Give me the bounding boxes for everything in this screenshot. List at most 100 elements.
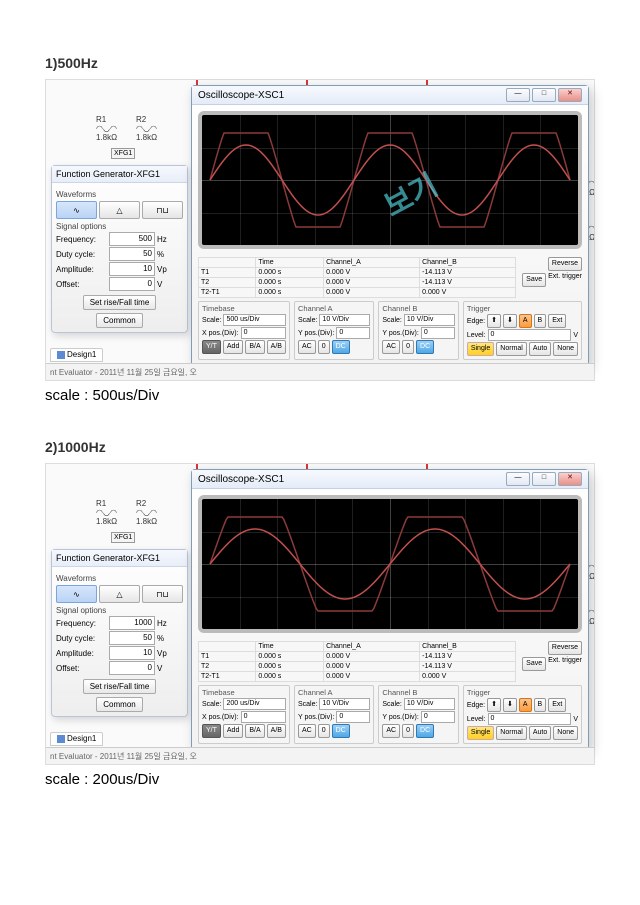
timebase-b-a-button[interactable]: B/A [245,724,264,738]
tab-bar: Design1 [50,732,107,746]
channel-b-scale-field[interactable]: 10 V/Div [404,314,455,326]
function-generator-panel: Function Generator-XFG1Waveforms∿△⊓⊔Sign… [51,165,188,333]
maximize-icon[interactable]: □ [532,472,556,486]
trigger-ext-button[interactable]: Ext [548,314,566,328]
trigger-normal-button[interactable]: Normal [496,726,527,740]
scope-title: Oscilloscope-XSC1 [198,90,284,101]
timebase-a-b-button[interactable]: A/B [267,340,286,354]
maximize-icon[interactable]: □ [532,88,556,102]
channel-b-pos-field[interactable]: 0 [421,327,455,339]
channel-a-pos-field[interactable]: 0 [336,327,370,339]
fg-duty-field[interactable]: 50 [109,631,155,645]
fg-titlebar[interactable]: Function Generator-XFG1 [52,550,187,567]
fg-amp-field[interactable]: 10 [109,262,155,276]
channel-a-0-button[interactable]: 0 [318,340,330,354]
minimize-icon[interactable]: — [506,472,530,486]
timebase-pos-field[interactable]: 0 [241,711,286,723]
channel-b-ac-button[interactable]: AC [382,724,400,738]
timebase-a-b-button[interactable]: A/B [267,724,286,738]
scope-titlebar[interactable]: Oscilloscope-XSC1—□✕ [192,470,588,489]
trigger-none-button[interactable]: None [553,342,578,356]
timebase-y-t-button[interactable]: Y/T [202,724,221,738]
fg-set-rise-fall-button[interactable]: Set rise/Fall time [83,295,157,310]
trigger-single-button[interactable]: Single [467,726,494,740]
channel-a-section: Channel AScale:10 V/DivY pos.(Div):0AC0D… [294,685,374,744]
scale-note: scale : 200us/Div [45,771,595,788]
trigger-level-field[interactable]: 0 [488,713,572,725]
edge-fall-icon[interactable]: ⬇ [503,314,517,328]
fg-duty-field[interactable]: 50 [109,247,155,261]
fg-common-button[interactable]: Common [96,697,142,712]
square-wave-icon[interactable]: ⊓⊔ [142,201,183,219]
channel-b-0-button[interactable]: 0 [402,340,414,354]
channel-a-ac-button[interactable]: AC [298,724,316,738]
timebase-scale-field[interactable]: 500 us/Div [223,314,285,326]
close-icon[interactable]: ✕ [558,472,582,486]
oscilloscope-window: Oscilloscope-XSC1—□✕보기TimeChannel_AChann… [191,85,589,367]
channel-a-scale-field[interactable]: 10 V/Div [319,314,370,326]
square-wave-icon[interactable]: ⊓⊔ [142,585,183,603]
channel-a-0-button[interactable]: 0 [318,724,330,738]
trigger-none-button[interactable]: None [553,726,578,740]
channel-b-ac-button[interactable]: AC [382,340,400,354]
reverse-button[interactable]: Reverse [548,257,582,271]
reverse-button[interactable]: Reverse [548,641,582,655]
channel-a-pos-field[interactable]: 0 [336,711,370,723]
fg-set-rise-fall-button[interactable]: Set rise/Fall time [83,679,157,694]
resistor-r2: R2◠◡◠1.8kΩ [136,115,157,142]
channel-b-dc-button[interactable]: DC [416,724,434,738]
oscilloscope-window: Oscilloscope-XSC1—□✕TimeChannel_AChannel… [191,469,589,751]
fg-titlebar[interactable]: Function Generator-XFG1 [52,166,187,183]
trigger-normal-button[interactable]: Normal [496,342,527,356]
edge-rise-icon[interactable]: ⬆ [487,698,501,712]
sine-wave-icon[interactable]: ∿ [56,201,97,219]
trigger-single-button[interactable]: Single [467,342,494,356]
trigger-a-button[interactable]: A [519,698,532,712]
resistor-r2: R2◠◡◠1.8kΩ [136,499,157,526]
fg-common-button[interactable]: Common [96,313,142,328]
fg-freq-field[interactable]: 1000 [109,616,155,630]
channel-b-pos-field[interactable]: 0 [421,711,455,723]
trigger-level-field[interactable]: 0 [488,329,572,341]
scope-controls: TimeChannel_AChannel_BT10.000 s0.000 V-1… [192,255,588,366]
channel-b-dc-button[interactable]: DC [416,340,434,354]
status-bar: nt Evaluator - 2011년 11월 25일 금요일, 오 [46,363,594,380]
fg-offset-field[interactable]: 0 [109,277,155,291]
scope-titlebar[interactable]: Oscilloscope-XSC1 —□✕ [192,86,588,105]
timebase-add-button[interactable]: Add [223,340,243,354]
close-icon[interactable]: ✕ [558,88,582,102]
channel-a-scale-field[interactable]: 10 V/Div [319,698,370,710]
edge-rise-icon[interactable]: ⬆ [487,314,501,328]
fg-amp-field[interactable]: 10 [109,646,155,660]
channel-a-ac-button[interactable]: AC [298,340,316,354]
timebase-pos-field[interactable]: 0 [241,327,286,339]
save-button[interactable]: Save [522,657,546,671]
section-title: 2)1000Hz [45,439,595,455]
trigger-auto-button[interactable]: Auto [529,342,551,356]
fg-freq-field[interactable]: 500 [109,232,155,246]
timebase-scale-field[interactable]: 200 us/Div [223,698,285,710]
channel-b-section: Channel BScale:10 V/DivY pos.(Div):0AC0D… [378,301,458,360]
channel-a-dc-button[interactable]: DC [332,340,350,354]
channel-a-dc-button[interactable]: DC [332,724,350,738]
triangle-wave-icon[interactable]: △ [99,201,140,219]
timebase-section: TimebaseScale:500 us/DivX pos.(Div):0Y/T… [198,301,290,360]
trigger-ext-button[interactable]: Ext [548,698,566,712]
timebase-y-t-button[interactable]: Y/T [202,340,221,354]
minimize-icon[interactable]: — [506,88,530,102]
trigger-b-button[interactable]: B [534,698,547,712]
timebase-b-a-button[interactable]: B/A [245,340,264,354]
trigger-auto-button[interactable]: Auto [529,726,551,740]
trigger-a-button[interactable]: A [519,314,532,328]
timebase-add-button[interactable]: Add [223,724,243,738]
tab-design[interactable]: Design1 [50,348,103,362]
save-button[interactable]: Save [522,273,546,287]
channel-b-0-button[interactable]: 0 [402,724,414,738]
sine-wave-icon[interactable]: ∿ [56,585,97,603]
edge-fall-icon[interactable]: ⬇ [503,698,517,712]
trigger-b-button[interactable]: B [534,314,547,328]
tab-design[interactable]: Design1 [50,732,103,746]
triangle-wave-icon[interactable]: △ [99,585,140,603]
fg-offset-field[interactable]: 0 [109,661,155,675]
channel-b-scale-field[interactable]: 10 V/Div [404,698,455,710]
